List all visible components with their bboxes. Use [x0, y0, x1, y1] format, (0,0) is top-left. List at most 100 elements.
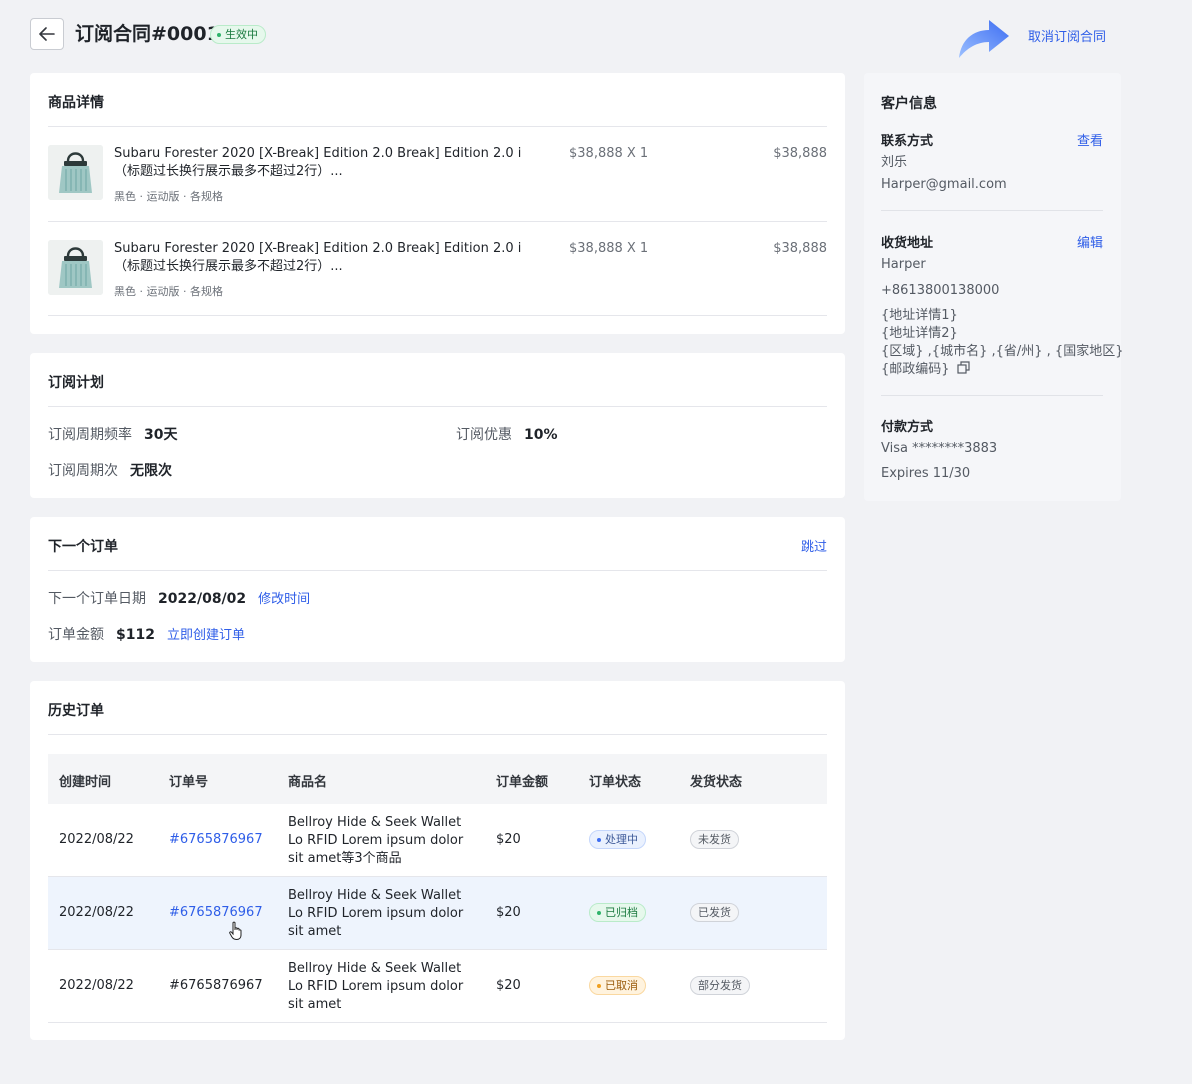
order-number-link[interactable]: #6765876967: [169, 832, 263, 847]
contact-section-title: 联系方式: [881, 134, 934, 149]
product-image: [48, 240, 103, 295]
edit-time-link[interactable]: 修改时间: [258, 592, 310, 607]
page-header: 订阅合同#0001 生效中 取消订阅合同: [30, 18, 1120, 58]
edit-address-link[interactable]: 编辑: [1077, 232, 1103, 251]
address-postal-code: {邮政编码}: [881, 362, 950, 377]
plan-cycles: 订阅周期次 无限次: [48, 461, 172, 481]
order-product-name: Bellroy Hide & Seek Wallet Lo RFID Lorem…: [288, 888, 464, 939]
divider: [48, 221, 827, 222]
order-status-label: 已取消: [605, 979, 638, 992]
payment-expiry: Expires 11/30: [881, 466, 971, 481]
product-price-qty: $38,888 X 1: [569, 241, 649, 256]
order-product-name: Bellroy Hide & Seek Wallet Lo RFID Lorem…: [288, 961, 464, 1012]
payment-section-title: 付款方式: [881, 420, 934, 435]
cancel-subscription-link[interactable]: 取消订阅合同: [1028, 26, 1106, 45]
order-number-link[interactable]: #6765876967: [169, 905, 263, 920]
product-name[interactable]: Subaru Forester 2020 [X-Break] Edition 2…: [114, 240, 534, 276]
column-header: 订单号: [169, 775, 209, 790]
order-date: 2022/08/22: [59, 978, 134, 993]
status-dot: [597, 983, 601, 988]
card-title: 订阅计划: [48, 375, 104, 391]
table-row[interactable]: 2022/08/22 #6765876967 Bellroy Hide & Se…: [48, 950, 827, 1023]
arrow-left-icon: [39, 27, 55, 41]
column-header: 发货状态: [690, 775, 743, 790]
column-header: 订单状态: [589, 775, 642, 790]
address-line: {邮政编码}: [881, 361, 970, 379]
divider: [48, 406, 827, 407]
order-history-card: 历史订单 创建时间 订单号 商品名 订单金额 订单状态 发货状态 2022/08…: [30, 681, 845, 1040]
order-amount: $20: [496, 905, 521, 920]
status-badge-label: 生效中: [225, 28, 258, 41]
next-order-amount-label: 订单金额: [48, 627, 104, 643]
column-header: 订单金额: [496, 775, 549, 790]
address-line: {地址详情1}: [881, 308, 958, 323]
divider: [48, 126, 827, 127]
page-title: 订阅合同#0001: [75, 23, 220, 45]
order-status-badge: 已归档: [589, 903, 646, 922]
product-row: Subaru Forester 2020 [X-Break] Edition 2…: [48, 145, 827, 239]
address-line: {地址详情2}: [881, 326, 958, 341]
card-title: 历史订单: [48, 703, 104, 719]
product-row: Subaru Forester 2020 [X-Break] Edition 2…: [48, 240, 827, 334]
order-status-badge: 已取消: [589, 976, 646, 995]
plan-frequency-label: 订阅周期频率: [48, 427, 132, 443]
product-image: [48, 145, 103, 200]
copy-icon[interactable]: [957, 361, 970, 374]
table-row[interactable]: 2022/08/22 #6765876967 Bellroy Hide & Se…: [48, 877, 827, 950]
status-dot: [217, 32, 221, 37]
plan-cycles-value: 无限次: [130, 463, 172, 479]
address-line: {区域} ,{城市名} ,{省/州} , {国家地区}: [881, 344, 1124, 359]
order-date: 2022/08/22: [59, 832, 134, 847]
skip-link[interactable]: 跳过: [801, 536, 827, 555]
next-order-amount: 订单金额 $112 立即创建订单: [48, 625, 245, 646]
table-row[interactable]: 2022/08/22 #6765876967 Bellroy Hide & Se…: [48, 804, 827, 877]
divider: [48, 734, 827, 735]
table-header: 创建时间 订单号 商品名 订单金额 订单状态 发货状态: [48, 754, 827, 804]
order-status-label: 已归档: [605, 906, 638, 919]
order-history-table: 创建时间 订单号 商品名 订单金额 订单状态 发货状态 2022/08/22 #…: [48, 754, 827, 1023]
next-order-date-label: 下一个订单日期: [48, 591, 146, 607]
order-product-name: Bellroy Hide & Seek Wallet Lo RFID Lorem…: [288, 815, 464, 866]
plan-frequency-value: 30天: [144, 427, 178, 443]
contact-name: 刘乐: [881, 155, 908, 170]
payment-card: Visa ********3883: [881, 441, 998, 456]
shipping-status-badge: 未发货: [690, 830, 739, 849]
view-contact-link[interactable]: 查看: [1077, 130, 1103, 149]
divider: [881, 395, 1103, 396]
back-button[interactable]: [30, 18, 64, 50]
curved-arrow-icon: [959, 20, 1009, 58]
shipping-status-badge: 已发货: [690, 903, 739, 922]
contact-email: Harper@gmail.com: [881, 177, 1007, 192]
order-date: 2022/08/22: [59, 905, 134, 920]
product-total: $38,888: [773, 146, 827, 161]
order-status-badge: 处理中: [589, 830, 646, 849]
subscription-plan-card: 订阅计划 订阅周期频率 30天 订阅优惠 10% 订阅周期次 无限次: [30, 353, 845, 498]
column-header: 创建时间: [59, 775, 112, 790]
next-order-amount-value: $112: [116, 627, 155, 643]
hand-pointer-icon: [229, 921, 242, 941]
order-status-label: 处理中: [605, 833, 638, 846]
status-dot: [597, 837, 601, 842]
plan-frequency: 订阅周期频率 30天: [48, 425, 177, 445]
address-section-title: 收货地址: [881, 236, 934, 251]
card-title: 客户信息: [881, 96, 937, 112]
divider: [48, 315, 827, 316]
card-title: 商品详情: [48, 95, 104, 111]
next-order-date: 下一个订单日期 2022/08/02 修改时间: [48, 589, 310, 610]
product-spec: 黑色 · 运动版 · 各规格: [114, 190, 223, 203]
status-badge: 生效中: [210, 25, 266, 44]
address-phone: +8613800138000: [881, 283, 1000, 298]
next-order-card: 下一个订单 跳过 下一个订单日期 2022/08/02 修改时间 订单金额 $112 立…: [30, 517, 845, 662]
card-title: 下一个订单: [48, 539, 118, 555]
status-dot: [597, 910, 601, 915]
address-name: Harper: [881, 257, 926, 272]
order-number: #6765876967: [169, 978, 263, 993]
shipping-status-badge: 部分发货: [690, 976, 750, 995]
order-amount: $20: [496, 978, 521, 993]
divider: [881, 210, 1103, 211]
product-details-card: 商品详情 Subaru Forester 2020 [X-Break] Edit…: [30, 73, 845, 334]
product-spec: 黑色 · 运动版 · 各规格: [114, 285, 223, 298]
create-order-now-link[interactable]: 立即创建订单: [167, 628, 245, 643]
column-header: 商品名: [288, 775, 328, 790]
product-name[interactable]: Subaru Forester 2020 [X-Break] Edition 2…: [114, 145, 534, 181]
